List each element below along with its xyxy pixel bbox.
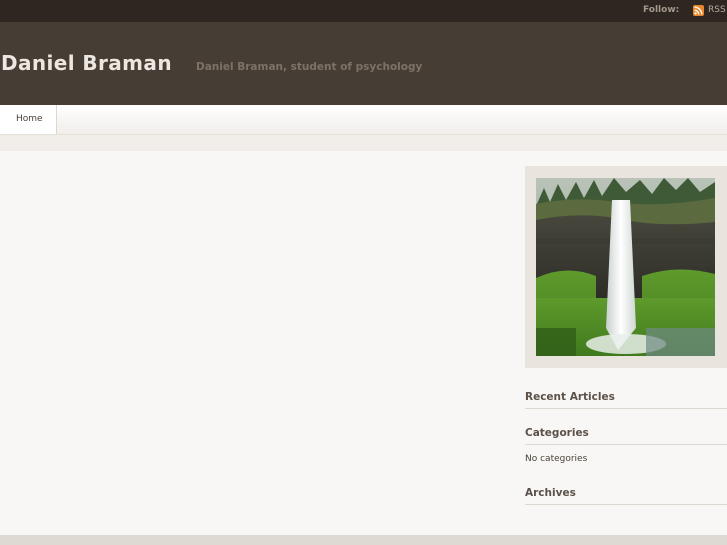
nav-item-home[interactable]: Home [0, 105, 57, 134]
footer-strip [0, 535, 727, 545]
widget-title-archives: Archives [525, 487, 576, 499]
widget-title-recent-articles: Recent Articles [525, 391, 615, 403]
content-top-band [0, 135, 727, 151]
site-tagline: Daniel Braman, student of psychology [196, 61, 423, 73]
rss-icon[interactable] [693, 5, 704, 16]
nav-item-label: Home [16, 114, 43, 124]
widget-divider [525, 408, 727, 409]
follow-label: Follow: [643, 5, 680, 15]
top-bar: Follow: RSS [0, 0, 727, 22]
widget-title-categories: Categories [525, 427, 589, 439]
categories-empty-text: No categories [525, 454, 588, 464]
widget-divider [525, 444, 727, 445]
waterfall-photo [536, 178, 715, 356]
rss-link[interactable]: RSS [708, 5, 726, 15]
widget-divider [525, 504, 727, 505]
nav-bar [0, 105, 727, 135]
site-title[interactable]: Daniel Braman [1, 51, 172, 75]
